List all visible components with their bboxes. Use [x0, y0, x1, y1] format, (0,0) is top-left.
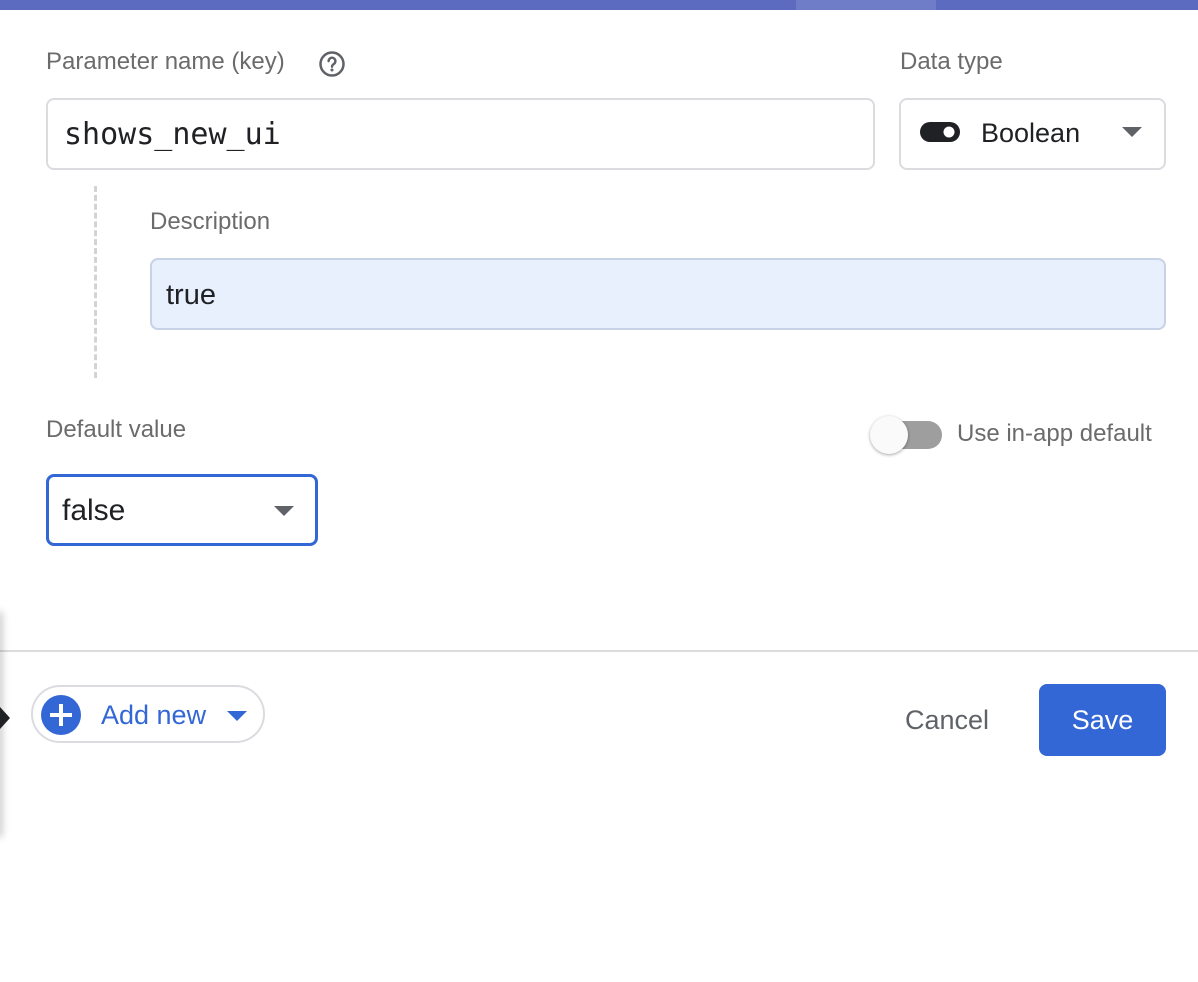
edit-parameter-dialog: Parameter name (key) shows_new_ui Data t…: [0, 0, 1198, 982]
default-value-select[interactable]: false: [46, 474, 318, 546]
toggle-thumb: [870, 416, 908, 454]
header-decoration: [796, 0, 936, 10]
default-value-label: Default value: [46, 416, 187, 443]
help-circle-icon[interactable]: [318, 50, 346, 78]
header-strip: [0, 0, 1198, 10]
add-circle-icon: [41, 695, 81, 735]
data-type-label: Data type: [900, 48, 1003, 75]
data-type-select[interactable]: Boolean: [899, 98, 1166, 170]
chevron-down-icon: [1122, 127, 1142, 137]
footer-divider: [0, 650, 1198, 652]
description-label: Description: [150, 208, 271, 235]
chevron-down-icon: [274, 506, 294, 516]
data-type-value: Boolean: [981, 118, 1081, 148]
description-input[interactable]: true: [150, 258, 1166, 330]
add-new-button[interactable]: Add new: [31, 685, 265, 743]
use-in-app-default-toggle[interactable]: [868, 416, 944, 456]
description-value: true: [166, 279, 216, 311]
param-name-label: Parameter name (key): [46, 48, 285, 75]
cancel-button[interactable]: Cancel: [888, 686, 1006, 754]
param-name-value: shows_new_ui: [64, 117, 281, 152]
add-new-label: Add new: [101, 700, 207, 730]
toggle-icon: [920, 122, 960, 142]
use-in-app-default-label: Use in-app default: [957, 420, 1152, 447]
pointer-arrow-icon: [0, 707, 10, 729]
save-button[interactable]: Save: [1039, 684, 1166, 756]
indent-guide: [94, 186, 97, 378]
param-name-input[interactable]: shows_new_ui: [46, 98, 875, 170]
chevron-down-icon: [227, 711, 247, 721]
default-value-value: false: [62, 494, 126, 527]
